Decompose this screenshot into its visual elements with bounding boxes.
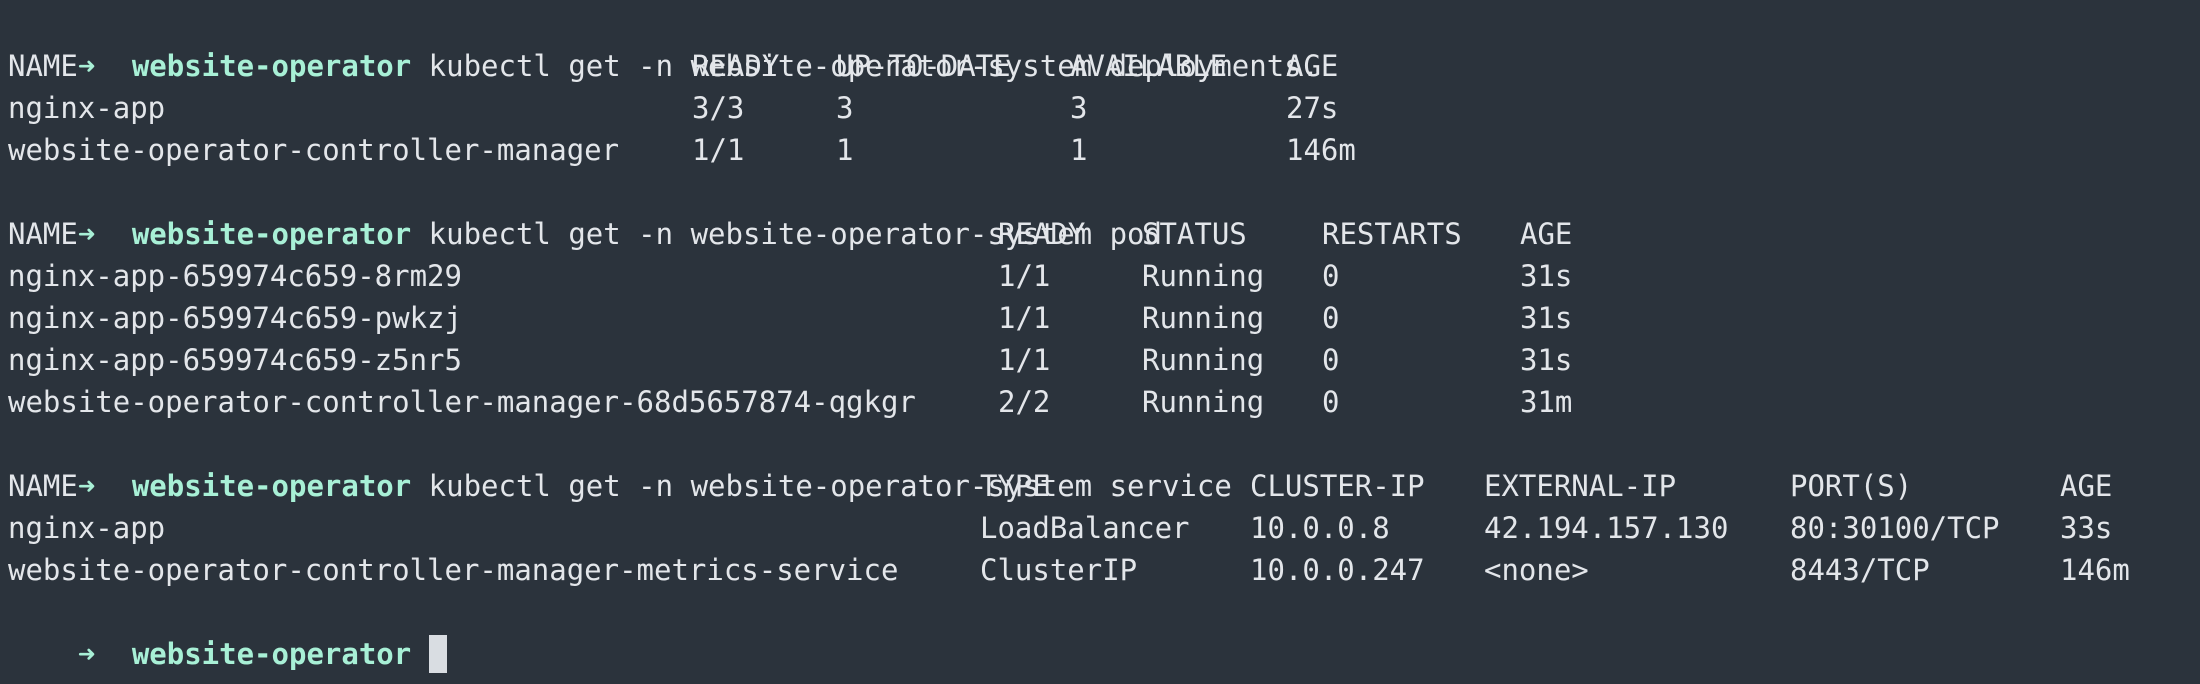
cell: LoadBalancer <box>980 511 1190 545</box>
cell: 33s <box>2060 511 2113 545</box>
column-header: READY <box>692 49 780 83</box>
cell: nginx-app <box>8 511 166 545</box>
cell: nginx-app-659974c659-z5nr5 <box>8 343 462 377</box>
cell: nginx-app-659974c659-pwkzj <box>8 301 462 335</box>
cell: 0 <box>1322 385 1340 419</box>
column-header: READY <box>998 217 1086 251</box>
current-prompt-line[interactable]: ➜ website-operator <box>8 591 2200 673</box>
prompt-directory: website-operator <box>131 637 412 671</box>
column-header: AVAILABLE <box>1070 49 1228 83</box>
terminal-window[interactable]: ➜ website-operator kubectl get -n website… <box>0 0 2200 684</box>
cell: 1/1 <box>998 301 1051 335</box>
column-header: AGE <box>1286 49 1339 83</box>
column-header: NAME <box>8 469 78 503</box>
cell: 8443/TCP <box>1790 553 1930 587</box>
prompt-line: ➜ website-operator kubectl get -n website… <box>8 3 2200 83</box>
cell: 146m <box>1286 133 1356 167</box>
column-header: RESTARTS <box>1322 217 1462 251</box>
column-header: EXTERNAL-IP <box>1484 469 1677 503</box>
cell: 0 <box>1322 301 1340 335</box>
prompt-line: ➜ website-operator kubectl get -n website… <box>8 423 2200 503</box>
cell: Running <box>1142 259 1265 293</box>
cell: website-operator-controller-manager <box>8 133 620 167</box>
cell: nginx-app <box>8 91 166 125</box>
column-header: UP-TO-DATE <box>836 49 1011 83</box>
service-row: nginx-app LoadBalancer 10.0.0.8 42.194.1… <box>8 507 2200 549</box>
cell: 1 <box>836 133 854 167</box>
cell: 146m <box>2060 553 2130 587</box>
column-header: STATUS <box>1142 217 1247 251</box>
text-cursor[interactable] <box>429 635 448 673</box>
cell: 27s <box>1286 91 1339 125</box>
cell: 31m <box>1520 385 1573 419</box>
cell: Running <box>1142 343 1265 377</box>
cell: 31s <box>1520 259 1573 293</box>
cell: 31s <box>1520 301 1573 335</box>
service-row: website-operator-controller-manager-metr… <box>8 549 2200 591</box>
cell: 42.194.157.130 <box>1484 511 1729 545</box>
cell: website-operator-controller-manager-metr… <box>8 553 899 587</box>
cell: 10.0.0.247 <box>1250 553 1425 587</box>
cell: nginx-app-659974c659-8rm29 <box>8 259 462 293</box>
cell: 3 <box>836 91 854 125</box>
column-header: NAME <box>8 217 78 251</box>
pod-row: nginx-app-659974c659-z5nr5 1/1 Running 0… <box>8 339 2200 381</box>
cell: 2/2 <box>998 385 1051 419</box>
column-header: NAME <box>8 49 78 83</box>
cell: Running <box>1142 385 1265 419</box>
cell: 3/3 <box>692 91 745 125</box>
cell: ClusterIP <box>980 553 1138 587</box>
cell: 1 <box>1070 133 1088 167</box>
cell: <none> <box>1484 553 1589 587</box>
cell: 1/1 <box>998 343 1051 377</box>
column-header: AGE <box>2060 469 2113 503</box>
pod-row: nginx-app-659974c659-8rm29 1/1 Running 0… <box>8 255 2200 297</box>
cell: 1/1 <box>692 133 745 167</box>
deployments-header-row: NAME READY UP-TO-DATE AVAILABLE AGE <box>8 45 2200 87</box>
pod-row: nginx-app-659974c659-pwkzj 1/1 Running 0… <box>8 297 2200 339</box>
deployment-row: website-operator-controller-manager 1/1 … <box>8 129 2200 171</box>
prompt-arrow-icon: ➜ <box>77 637 96 671</box>
cell: 0 <box>1322 259 1340 293</box>
column-header: PORT(S) <box>1790 469 1913 503</box>
column-header: TYPE <box>980 469 1050 503</box>
pods-header-row: NAME READY STATUS RESTARTS AGE <box>8 213 2200 255</box>
prompt-line: ➜ website-operator kubectl get -n website… <box>8 171 2200 251</box>
cell: website-operator-controller-manager-68d5… <box>8 385 916 419</box>
cell: 0 <box>1322 343 1340 377</box>
cell: Running <box>1142 301 1265 335</box>
cell: 1/1 <box>998 259 1051 293</box>
cell: 10.0.0.8 <box>1250 511 1390 545</box>
pod-row: website-operator-controller-manager-68d5… <box>8 381 2200 423</box>
column-header: CLUSTER-IP <box>1250 469 1425 503</box>
deployment-row: nginx-app 3/3 3 3 27s <box>8 87 2200 129</box>
cell: 3 <box>1070 91 1088 125</box>
services-header-row: NAME TYPE CLUSTER-IP EXTERNAL-IP PORT(S)… <box>8 465 2200 507</box>
cell: 80:30100/TCP <box>1790 511 2000 545</box>
column-header: AGE <box>1520 217 1573 251</box>
cell: 31s <box>1520 343 1573 377</box>
